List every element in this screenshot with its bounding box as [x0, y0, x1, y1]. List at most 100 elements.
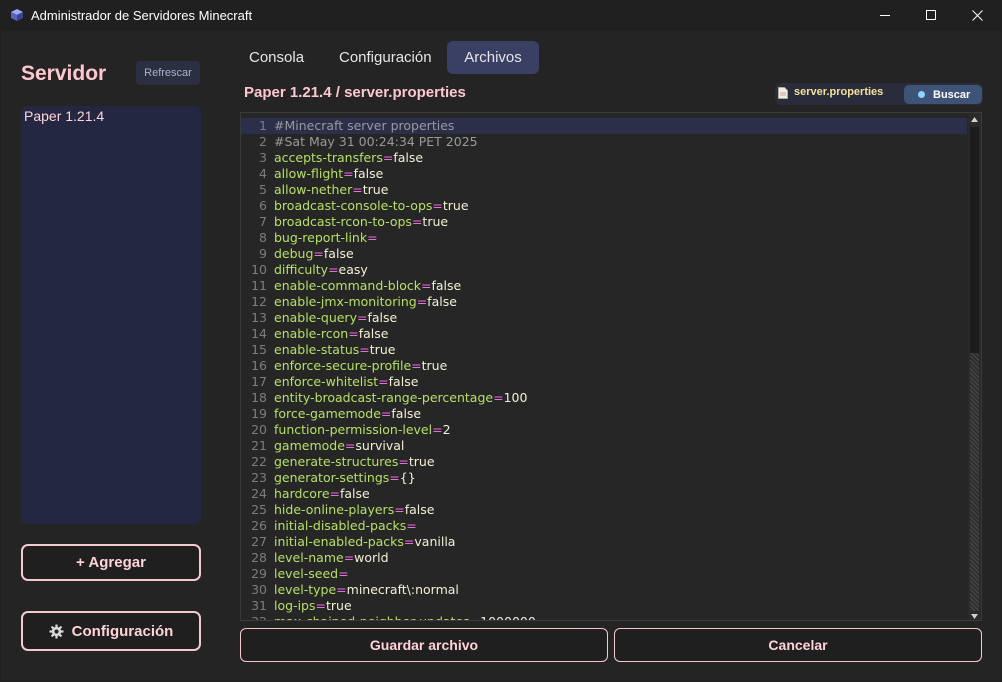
line-text: debug=false [274, 246, 354, 261]
line-text: initial-enabled-packs=vanilla [274, 534, 456, 549]
editor-line[interactable]: 31 log-ips=true [241, 598, 967, 614]
line-text: #Sat May 31 00:24:34 PET 2025 [274, 134, 478, 149]
maximize-button[interactable] [908, 0, 954, 31]
editor-line[interactable]: 10 difficulty=easy [241, 262, 967, 278]
minimize-icon [879, 15, 890, 16]
line-number: 30 [251, 582, 267, 597]
editor-line[interactable]: 19 force-gamemode=false [241, 406, 967, 422]
settings-button[interactable]: Configuración [21, 611, 201, 651]
editor-line[interactable]: 6 broadcast-console-to-ops=true [241, 198, 967, 214]
scroll-up-arrow-icon[interactable] [970, 116, 979, 124]
editor-line[interactable]: 5 allow-nether=true [241, 182, 967, 198]
editor-line[interactable]: 28 level-name=world [241, 550, 967, 566]
line-text: level-type=minecraft\:normal [274, 582, 459, 597]
line-number: 14 [251, 326, 267, 341]
line-number: 22 [251, 454, 267, 469]
editor-line[interactable]: 16 enforce-secure-profile=true [241, 358, 967, 374]
editor-line[interactable]: 4 allow-flight=false [241, 166, 967, 182]
line-number: 2 [259, 134, 267, 149]
editor-line[interactable]: 7 broadcast-rcon-to-ops=true [241, 214, 967, 230]
line-text: #Minecraft server properties [274, 118, 455, 133]
editor-line[interactable]: 27 initial-enabled-packs=vanilla [241, 534, 967, 550]
search-button-label: Buscar [933, 88, 971, 101]
minimize-button[interactable] [862, 0, 908, 31]
scroll-down-arrow-icon[interactable] [970, 612, 979, 620]
line-number: 4 [259, 166, 267, 181]
line-number: 16 [251, 358, 267, 373]
line-number: 19 [251, 406, 267, 421]
editor-line[interactable]: 30 level-type=minecraft\:normal [241, 582, 967, 598]
editor-line[interactable]: 22 generate-structures=true [241, 454, 967, 470]
sidebar-title: Servidor [21, 62, 107, 85]
close-icon [971, 10, 983, 21]
line-number: 5 [259, 182, 267, 197]
line-text: allow-flight=false [274, 166, 384, 181]
editor-line[interactable]: 12 enable-jmx-monitoring=false [241, 294, 967, 310]
line-text: hardcore=false [274, 486, 370, 501]
line-number: 20 [251, 422, 267, 437]
editor-scrollbar[interactable] [968, 113, 981, 620]
line-number: 31 [251, 598, 267, 613]
settings-button-label: Configuración [71, 622, 174, 640]
line-number: 26 [251, 518, 267, 533]
editor-line[interactable]: 11 enable-command-block=false [241, 278, 967, 294]
save-file-button[interactable]: Guardar archivo [240, 628, 608, 662]
editor-line[interactable]: 17 enforce-whitelist=false [241, 374, 967, 390]
add-server-button[interactable]: + Agregar [21, 544, 201, 581]
editor-line[interactable]: 32 max-chained-neighbor-updates=1000000 [241, 614, 967, 620]
file-icon [778, 87, 788, 99]
refresh-button[interactable]: Refrescar [136, 61, 200, 85]
server-list-item[interactable]: Paper 1.21.4 [24, 108, 104, 124]
line-number: 32 [243, 614, 267, 620]
line-text: log-ips=true [274, 598, 352, 613]
editor-line[interactable]: 15 enable-status=true [241, 342, 967, 358]
editor-line[interactable]: 18 entity-broadcast-range-percentage=100 [241, 390, 967, 406]
cancel-button[interactable]: Cancelar [614, 628, 982, 662]
tab-configuration[interactable]: Configuración [321, 41, 450, 74]
editor-line[interactable]: 25 hide-online-players=false [241, 502, 967, 518]
line-number: 13 [251, 310, 267, 325]
title-bar: Administrador de Servidores Minecraft [0, 0, 1002, 31]
editor-line[interactable]: 20 function-permission-level=2 [241, 422, 967, 438]
code-editor[interactable]: 1 #Minecraft server properties 2 #Sat May 3… [240, 112, 982, 621]
scroll-thumb[interactable] [970, 127, 979, 353]
editor-line[interactable]: 21 gamemode=survival [241, 438, 967, 454]
line-number: 8 [259, 230, 267, 245]
line-text: enable-rcon=false [274, 326, 389, 341]
file-path: Paper 1.21.4 / server.properties [244, 84, 466, 101]
search-button[interactable]: Buscar [904, 85, 982, 104]
line-number: 3 [259, 150, 267, 165]
maximize-icon [925, 10, 936, 20]
editor-line[interactable]: 8 bug-report-link= [241, 230, 967, 246]
line-number: 29 [251, 566, 267, 581]
line-text: max-chained-neighbor-updates=1000000 [274, 614, 536, 620]
editor-line[interactable]: 26 initial-disabled-packs= [241, 518, 967, 534]
editor-line[interactable]: 23 generator-settings={} [241, 470, 967, 486]
line-number: 10 [251, 262, 267, 277]
editor-lines[interactable]: 1 #Minecraft server properties 2 #Sat May 3… [241, 118, 967, 620]
line-text: difficulty=easy [274, 262, 368, 277]
line-number: 7 [259, 214, 267, 229]
line-number: 18 [251, 390, 267, 405]
line-number: 17 [251, 374, 267, 389]
line-text: entity-broadcast-range-percentage=100 [274, 390, 528, 405]
editor-line[interactable]: 24 hardcore=false [241, 486, 967, 502]
editor-line[interactable]: 1 #Minecraft server properties [241, 118, 967, 134]
line-text: broadcast-rcon-to-ops=true [274, 214, 449, 229]
scroll-track[interactable] [970, 353, 979, 611]
line-text: force-gamemode=false [274, 406, 422, 421]
tab-console[interactable]: Consola [231, 41, 322, 74]
close-button[interactable] [954, 0, 1000, 31]
search-dot-icon [918, 91, 925, 98]
editor-line[interactable]: 29 level-seed= [241, 566, 967, 582]
line-text: level-seed= [274, 566, 349, 581]
editor-line[interactable]: 3 accepts-transfers=false [241, 150, 967, 166]
editor-line[interactable]: 13 enable-query=false [241, 310, 967, 326]
editor-line[interactable]: 2 #Sat May 31 00:24:34 PET 2025 [241, 134, 967, 150]
line-text: function-permission-level=2 [274, 422, 451, 437]
tab-files[interactable]: Archivos [447, 41, 539, 74]
line-text: accepts-transfers=false [274, 150, 424, 165]
server-list[interactable]: Paper 1.21.4 [21, 106, 201, 524]
editor-line[interactable]: 14 enable-rcon=false [241, 326, 967, 342]
editor-line[interactable]: 9 debug=false [241, 246, 967, 262]
